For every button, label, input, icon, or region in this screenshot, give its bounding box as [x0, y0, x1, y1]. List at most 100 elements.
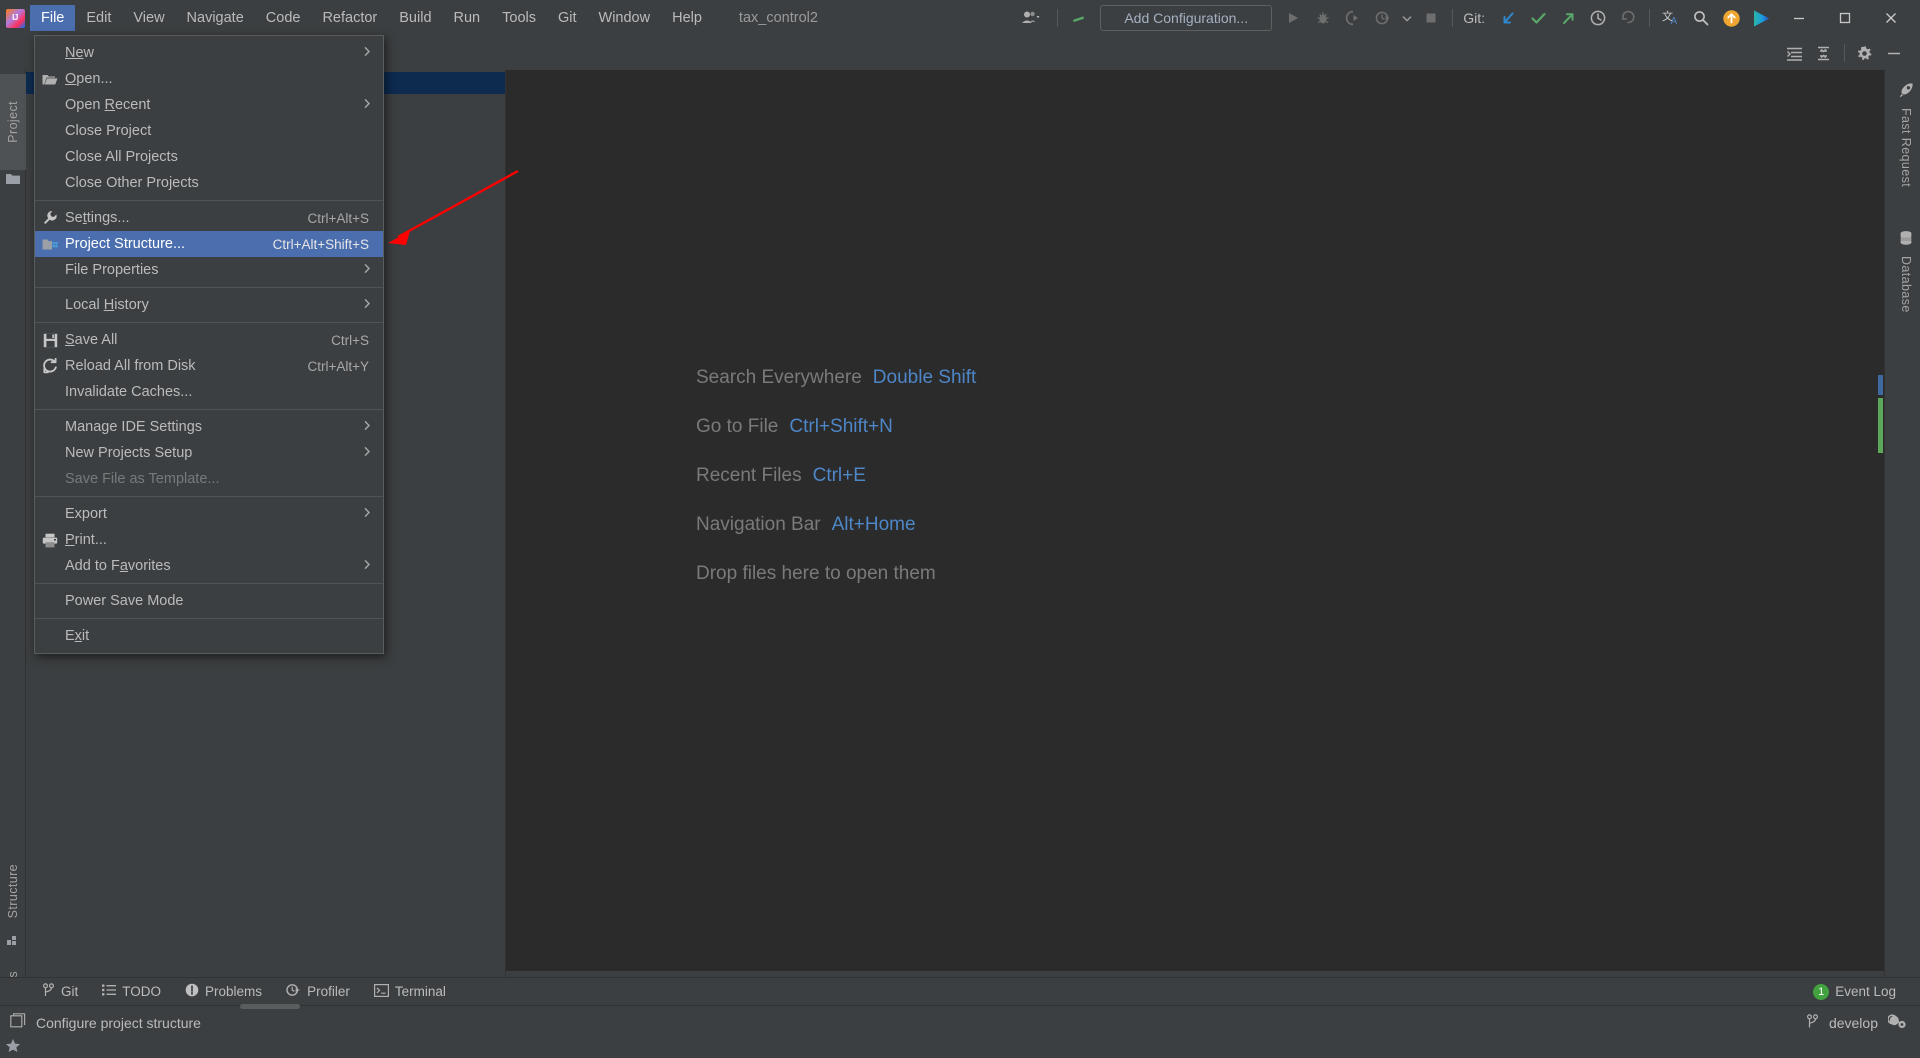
menu-item-icon-placeholder	[35, 144, 65, 170]
file-menu-item-close-project[interactable]: Close Project	[35, 118, 383, 144]
user-dropdown-icon[interactable]	[1011, 5, 1051, 31]
chevron-right-icon	[363, 46, 383, 60]
file-menu-item-label: Local History	[65, 297, 363, 313]
status-branch-label[interactable]: develop	[1829, 1015, 1878, 1031]
minimize-button[interactable]	[1776, 0, 1822, 36]
bottom-tab-todo[interactable]: TODO	[90, 978, 173, 1006]
file-menu-item-open[interactable]: Open...	[35, 66, 383, 92]
file-menu-item-exit[interactable]: Exit	[35, 623, 383, 649]
file-menu-item-settings[interactable]: Settings...Ctrl+Alt+S	[35, 205, 383, 231]
maximize-button[interactable]	[1822, 0, 1868, 36]
file-menu-item-new[interactable]: New	[35, 40, 383, 66]
menu-help[interactable]: Help	[661, 5, 713, 31]
bottom-tab-event-log[interactable]: 1 Event Log	[1801, 978, 1908, 1006]
play-gradient-icon[interactable]	[1746, 5, 1776, 31]
search-icon[interactable]	[1686, 5, 1716, 31]
rocket-icon[interactable]	[1893, 82, 1919, 104]
bottom-tab-git[interactable]: Git	[30, 978, 90, 1006]
menu-tools[interactable]: Tools	[491, 5, 547, 31]
file-menu-item-project-structure[interactable]: Project Structure...Ctrl+Alt+Shift+S	[35, 231, 383, 257]
close-button[interactable]	[1868, 0, 1914, 36]
chevron-down-icon[interactable]	[1398, 5, 1416, 31]
file-menu-item-save-all[interactable]: Save AllCtrl+S	[35, 327, 383, 353]
welcome-hint-shortcut: Ctrl+E	[813, 465, 866, 487]
file-menu-item-close-other-projects[interactable]: Close Other Projects	[35, 170, 383, 196]
run-icon[interactable]	[1278, 5, 1308, 31]
file-menu-item-print[interactable]: Print...	[35, 527, 383, 553]
bottom-tabs-right-group: 1 Event Log	[1801, 978, 1920, 1006]
commit-icon[interactable]	[1523, 5, 1553, 31]
toolbar-separator	[1452, 9, 1453, 27]
menu-item-icon-placeholder	[35, 118, 65, 144]
file-menu-item-shortcut: Ctrl+Alt+Y	[307, 359, 383, 374]
translate-icon[interactable]: 文 A	[1656, 5, 1686, 31]
file-menu-item-local-history[interactable]: Local History	[35, 292, 383, 318]
menu-bar[interactable]: FileEditViewNavigate Code RefactorBuildRun…	[30, 0, 713, 36]
menu-label: Code	[266, 10, 301, 26]
file-menu-item-label: File Properties	[65, 262, 363, 278]
file-menu-item-open-recent[interactable]: Open Recent	[35, 92, 383, 118]
upload-circle-icon[interactable]	[1716, 5, 1746, 31]
profiler-icon[interactable]	[1368, 5, 1398, 31]
hide-panel-icon[interactable]	[1879, 40, 1908, 66]
sidebar-item-project[interactable]: Project	[0, 74, 26, 170]
build-hammer-icon[interactable]	[1064, 5, 1094, 31]
chevron-right-icon	[363, 298, 383, 312]
expand-all-icon[interactable]	[1780, 40, 1809, 66]
project-folder-icon[interactable]	[0, 172, 26, 194]
file-menu-item-close-all-projects[interactable]: Close All Projects	[35, 144, 383, 170]
update-project-icon[interactable]	[1493, 5, 1523, 31]
file-menu-item-export[interactable]: Export	[35, 501, 383, 527]
bottom-tab-git-label: Git	[61, 984, 78, 999]
file-menu-separator	[35, 322, 383, 323]
file-menu-item-reload-all-from-disk[interactable]: Reload All from DiskCtrl+Alt+Y	[35, 353, 383, 379]
run-with-coverage-icon[interactable]	[1338, 5, 1368, 31]
status-message: Configure project structure	[36, 1015, 201, 1031]
menu-code[interactable]: Code	[255, 5, 312, 31]
menu-run[interactable]: Run	[443, 5, 492, 31]
menu-window[interactable]: Window	[588, 5, 662, 31]
gear-icon[interactable]	[1850, 40, 1879, 66]
file-menu-item-shortcut: Ctrl+Alt+Shift+S	[273, 237, 383, 252]
welcome-hint-label: Go to File	[696, 416, 778, 438]
menu-view[interactable]: View	[122, 5, 175, 31]
bottom-tab-problems[interactable]: Problems	[173, 978, 274, 1006]
bottom-tab-terminal[interactable]: Terminal	[362, 978, 458, 1006]
sidebar-item-structure[interactable]: Structure	[0, 850, 26, 932]
rollback-icon[interactable]	[1613, 5, 1643, 31]
sidebar-item-database[interactable]: Database	[1893, 256, 1919, 338]
stop-icon[interactable]	[1416, 5, 1446, 31]
file-menu-item-new-projects-setup[interactable]: New Projects Setup	[35, 440, 383, 466]
git-branch-icon[interactable]	[1806, 1014, 1819, 1032]
menu-file[interactable]: File	[30, 5, 75, 31]
menu-edit[interactable]: Edit	[75, 5, 122, 31]
structure-icon[interactable]	[0, 934, 26, 954]
help-gear-icon[interactable]	[1888, 1013, 1908, 1033]
file-menu-popup[interactable]: NewOpen...Open RecentClose ProjectClose …	[34, 35, 384, 654]
history-icon[interactable]	[1583, 5, 1613, 31]
bottom-tab-profiler[interactable]: Profiler	[274, 978, 362, 1006]
editor-area[interactable]: Search EverywhereDouble ShiftGo to FileC…	[506, 70, 1884, 971]
debug-icon[interactable]	[1308, 5, 1338, 31]
horizontal-scrollbar[interactable]	[240, 1004, 300, 1009]
file-menu-item-file-properties[interactable]: File Properties	[35, 257, 383, 283]
file-menu-item-add-to-favorites[interactable]: Add to Favorites	[35, 553, 383, 579]
database-icon[interactable]	[1893, 230, 1919, 252]
menu-refactor[interactable]: Refactor	[311, 5, 388, 31]
intellij-logo-icon: IJ	[0, 0, 30, 36]
push-icon[interactable]	[1553, 5, 1583, 31]
run-configuration-selector[interactable]: Add Configuration...	[1100, 5, 1272, 31]
menu-label: Git	[558, 10, 577, 26]
file-menu-item-invalidate-caches[interactable]: Invalidate Caches...	[35, 379, 383, 405]
menu-build[interactable]: Build	[388, 5, 442, 31]
collapse-all-icon[interactable]	[1809, 40, 1838, 66]
file-menu-separator	[35, 287, 383, 288]
file-menu-item-power-save-mode[interactable]: Power Save Mode	[35, 588, 383, 614]
file-menu-item-manage-ide-settings[interactable]: Manage IDE Settings	[35, 414, 383, 440]
star-icon[interactable]	[0, 1038, 26, 1058]
menu-git[interactable]: Git	[547, 5, 588, 31]
file-menu-item-label: Save All	[65, 332, 331, 348]
sidebar-item-fast-request[interactable]: Fast Request	[1893, 108, 1919, 220]
menu-navigate[interactable]: Navigate	[176, 5, 255, 31]
logo-text: IJ	[12, 14, 18, 22]
